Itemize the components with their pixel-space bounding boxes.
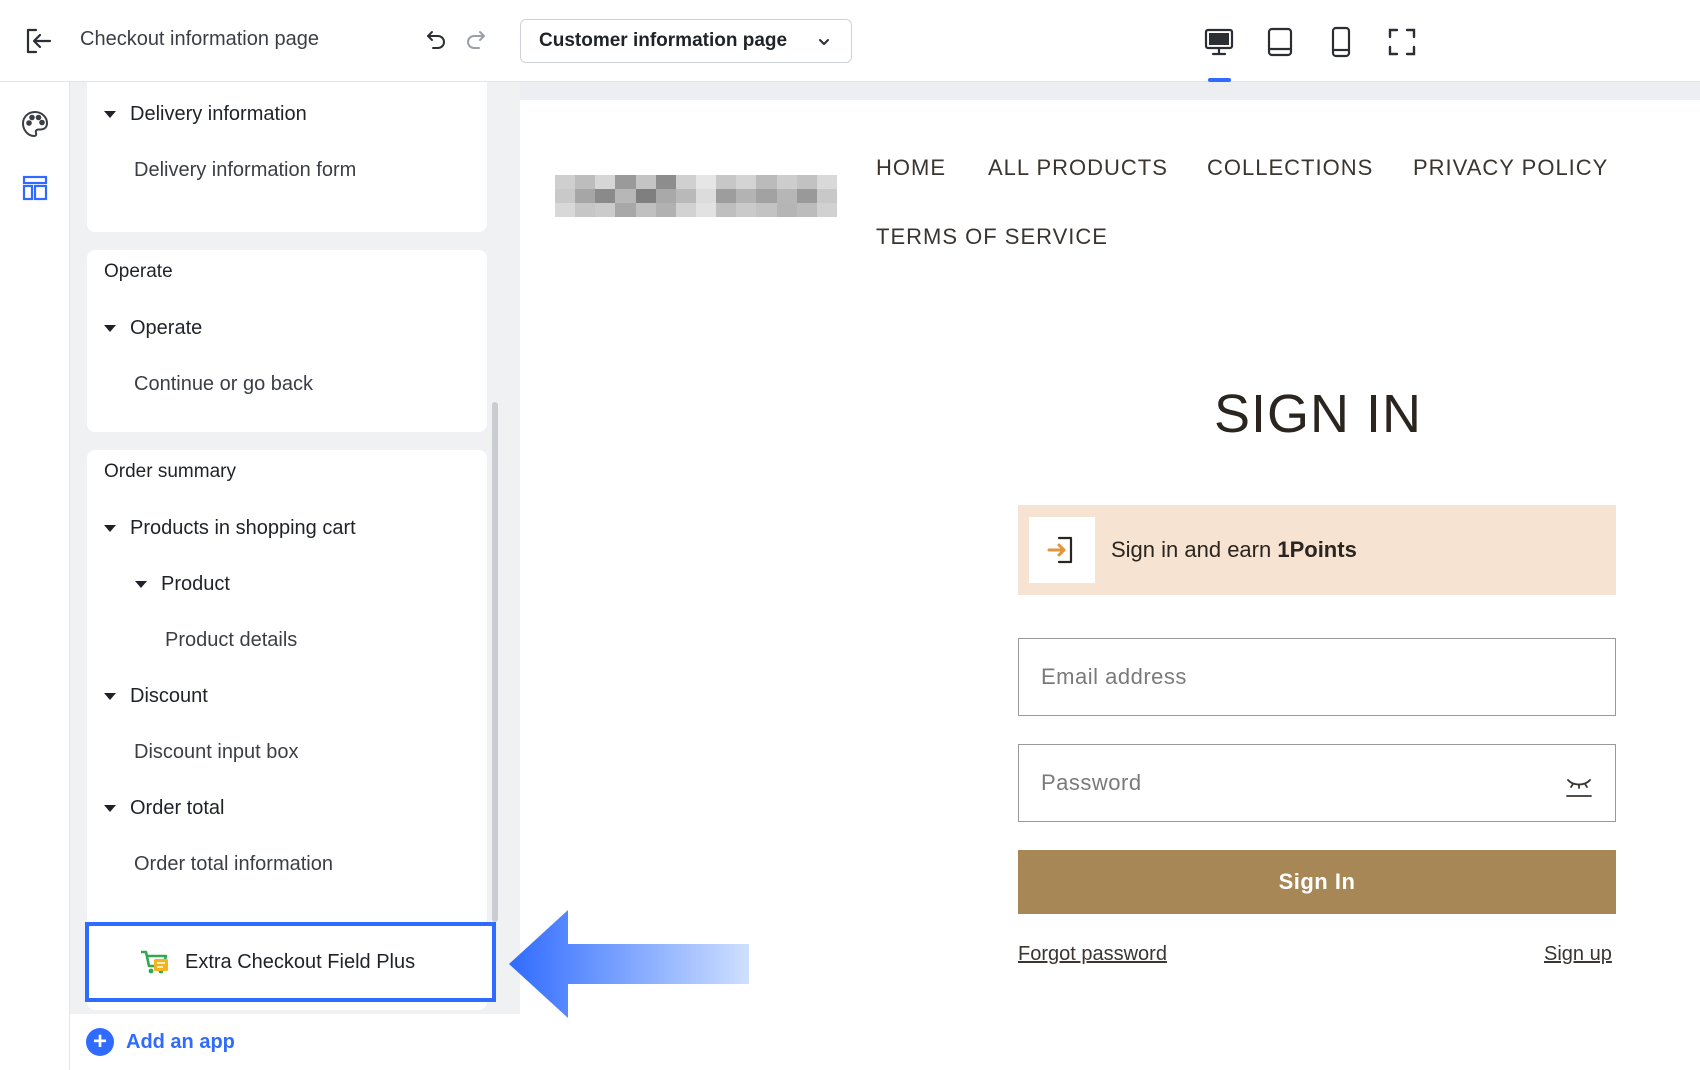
nav-link-collections[interactable]: COLLECTIONS: [1207, 155, 1373, 181]
nav-link-home[interactable]: HOME: [876, 155, 946, 181]
sign-in-heading: SIGN IN: [1213, 384, 1423, 444]
section-title: Operate: [104, 261, 173, 282]
palette-icon[interactable]: [17, 106, 53, 142]
icon-rail: [0, 82, 70, 1070]
email-field[interactable]: Email address: [1018, 638, 1616, 716]
section-card-operate: Operate Operate Continue or go back: [87, 250, 487, 432]
nav-link-all-products[interactable]: ALL PRODUCTS: [988, 155, 1168, 181]
redo-icon[interactable]: [460, 24, 492, 56]
tree-item-operate[interactable]: Operate: [87, 308, 487, 348]
sections-panel: Delivery information Delivery informatio…: [70, 82, 520, 1014]
promo-points: 1Points: [1277, 537, 1357, 562]
tree-item-label: Operate: [130, 316, 203, 339]
caret-down-icon[interactable]: [104, 692, 116, 700]
caret-down-icon[interactable]: [104, 804, 116, 812]
tree-item-product-details[interactable]: Product details: [87, 620, 487, 660]
callout-arrow: [509, 910, 749, 1018]
add-app-label: Add an app: [126, 1030, 235, 1053]
tree-item-label: Products in shopping cart: [130, 516, 356, 539]
tree-item-label: Discount: [130, 684, 208, 707]
caret-down-icon[interactable]: [104, 110, 116, 118]
tree-item-label: Discount input box: [134, 740, 299, 763]
tree-item-label: Order total information: [134, 852, 333, 875]
app-cart-icon: [139, 946, 171, 978]
points-promo-banner: Sign in and earn 1Points: [1018, 505, 1616, 595]
tree-item-label: Delivery information: [130, 102, 307, 125]
tree-item-product[interactable]: Product: [87, 564, 487, 604]
mobile-view-icon[interactable]: [1319, 20, 1363, 64]
tree-item-delivery-information[interactable]: Delivery information: [87, 94, 487, 134]
chevron-down-icon: [819, 39, 829, 45]
email-placeholder: Email address: [1041, 664, 1187, 689]
caret-down-icon[interactable]: [135, 580, 147, 588]
page-select-dropdown[interactable]: Customer information page: [520, 19, 852, 63]
password-placeholder: Password: [1041, 770, 1142, 795]
tree-item-label: Order total: [130, 796, 225, 819]
section-card: Delivery information Delivery informatio…: [87, 82, 487, 232]
store-logo: [555, 175, 837, 217]
tree-item-discount[interactable]: Discount: [87, 676, 487, 716]
plus-icon: +: [86, 1028, 114, 1056]
sign-up-link[interactable]: Sign up: [1544, 943, 1612, 966]
tree-item-products-in-cart[interactable]: Products in shopping cart: [87, 508, 487, 548]
tree-item-label: Product details: [165, 628, 298, 651]
tree-item-order-total-information[interactable]: Order total information: [87, 844, 487, 884]
undo-icon[interactable]: [420, 24, 452, 56]
desktop-view-icon[interactable]: [1197, 20, 1241, 64]
sign-in-arrow-icon: [1029, 517, 1095, 583]
tree-item-label: Continue or go back: [134, 372, 314, 395]
caret-down-icon[interactable]: [104, 324, 116, 332]
fullscreen-icon[interactable]: [1380, 20, 1424, 64]
sign-in-button[interactable]: Sign In: [1018, 850, 1616, 914]
add-app-button[interactable]: + Add an app: [86, 1028, 235, 1056]
tree-item-order-total[interactable]: Order total: [87, 788, 487, 828]
exit-icon[interactable]: [20, 22, 58, 60]
section-title: Order summary: [104, 461, 236, 482]
page-title: Checkout information page: [80, 28, 320, 50]
panel-scrollbar[interactable]: [492, 402, 498, 922]
tree-item-label: Delivery information form: [134, 158, 357, 181]
tree-item-delivery-information-form[interactable]: Delivery information form: [87, 150, 487, 190]
tree-item-continue-or-go-back[interactable]: Continue or go back: [87, 364, 487, 404]
app-block-extra-checkout-field-plus[interactable]: Extra Checkout Field Plus: [85, 922, 496, 1002]
promo-text-prefix: Sign in and earn: [1111, 537, 1278, 562]
app-block-label: Extra Checkout Field Plus: [185, 950, 416, 973]
page-select-value: Customer information page: [539, 30, 788, 51]
password-field[interactable]: Password: [1018, 744, 1616, 822]
tree-item-discount-input-box[interactable]: Discount input box: [87, 732, 487, 772]
layout-icon[interactable]: [17, 170, 53, 206]
promo-text: Sign in and earn 1Points: [1111, 537, 1357, 563]
tree-item-label: Product: [161, 572, 230, 595]
nav-link-terms-of-service[interactable]: TERMS OF SERVICE: [876, 224, 1108, 250]
nav-link-privacy-policy[interactable]: PRIVACY POLICY: [1413, 155, 1608, 181]
hidden-eye-icon[interactable]: [1565, 771, 1593, 799]
forgot-password-link[interactable]: Forgot password: [1018, 943, 1167, 966]
top-bar: Checkout information page Customer infor…: [0, 0, 1700, 82]
caret-down-icon[interactable]: [104, 524, 116, 532]
tablet-view-icon[interactable]: [1258, 20, 1302, 64]
